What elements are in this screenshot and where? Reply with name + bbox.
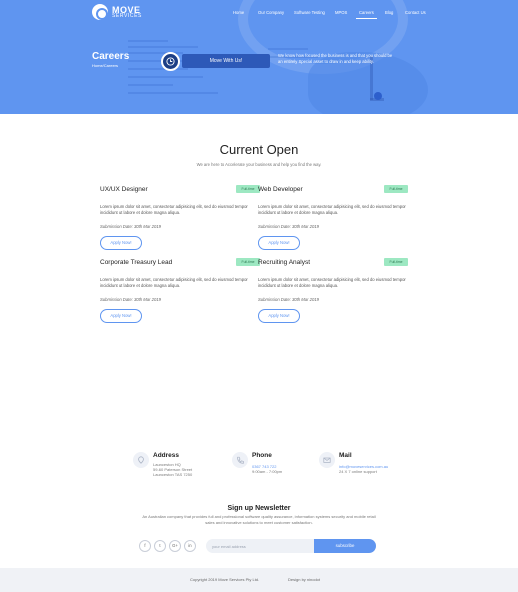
facebook-icon[interactable]: f <box>139 540 151 552</box>
contact-label: Address <box>153 452 180 459</box>
nav-software-testing[interactable]: Software Testing <box>294 10 325 15</box>
apply-now-button[interactable]: Apply Now! <box>258 309 300 323</box>
job-type-badge: Full-time <box>384 258 408 266</box>
job-title: UX/UX Designer <box>100 186 148 193</box>
section-title: Current Open <box>219 142 299 157</box>
contact-line: Launceston TAS 7250 <box>153 472 193 477</box>
nav-blog[interactable]: Blog <box>385 10 393 15</box>
job-submission-date: Submission Date: 30th Mar 2019 <box>258 297 319 302</box>
twitter-icon[interactable]: t <box>154 540 166 552</box>
job-type-badge: Full-time <box>236 185 260 193</box>
main-nav: Home Our Company Software Testing MPOS C… <box>0 10 518 18</box>
job-description: Lorem ipsum dolor sit amet, consectetur … <box>100 204 248 215</box>
contact-line: 9:00am - 7:00pm <box>252 469 283 474</box>
job-description: Lorem ipsum dolor sit amet, consectetur … <box>100 277 248 288</box>
location-pin-icon <box>133 452 149 468</box>
copyright-text: Copyright 2019 Move Services Pty Ltd. <box>190 577 260 582</box>
page-hero: MOVE SERVICES Home Our Company Software … <box>0 0 518 114</box>
contact-label: Phone <box>252 452 272 459</box>
nav-mpos[interactable]: MPOS <box>335 10 347 15</box>
apply-now-button[interactable]: Apply Now! <box>258 236 300 250</box>
apply-now-button[interactable]: Apply Now! <box>100 309 142 323</box>
google-plus-icon[interactable]: G+ <box>169 540 181 552</box>
job-submission-date: Submission Date: 30th Mar 2019 <box>100 297 161 302</box>
job-description: Lorem ipsum dolor sit amet, consectetur … <box>258 204 406 215</box>
move-with-us-button[interactable]: Move With Us! <box>182 54 270 68</box>
apply-now-button[interactable]: Apply Now! <box>100 236 142 250</box>
job-title: Corporate Treasury Lead <box>100 259 173 266</box>
job-submission-date: Submission Date: 30th Mar 2019 <box>100 224 161 229</box>
section-subtitle: We are here to Accelerate your business … <box>196 162 322 167</box>
nav-active-indicator <box>356 18 377 19</box>
phone-icon <box>232 452 248 468</box>
nav-contact-us[interactable]: Contact Us <box>405 10 426 15</box>
page-footer: Copyright 2019 Move Services Pty Ltd. De… <box>0 568 518 592</box>
job-type-badge: Full-time <box>236 258 260 266</box>
hero-dot-decoration <box>374 92 382 100</box>
newsletter-description: An Australian company that provides full… <box>142 514 376 525</box>
job-title: Web Developer <box>258 186 303 193</box>
contact-label: Mail <box>339 452 352 459</box>
linkedin-icon[interactable]: in <box>184 540 196 552</box>
contact-line: 24 X 7 online support <box>339 469 377 474</box>
newsletter-title: Sign up Newsletter <box>227 505 291 512</box>
newsletter-email-input[interactable] <box>206 539 316 553</box>
breadcrumb: Home/Careers <box>92 63 119 68</box>
job-submission-date: Submission Date: 30th Mar 2019 <box>258 224 319 229</box>
nav-careers[interactable]: Careers <box>359 10 374 15</box>
job-title: Recruiting Analyst <box>258 259 311 266</box>
design-credit[interactable]: Design by ninodot <box>288 577 320 582</box>
nav-home[interactable]: Home <box>233 10 244 15</box>
job-description: Lorem ipsum dolor sit amet, consectetur … <box>258 277 406 288</box>
nav-our-company[interactable]: Our Company <box>258 10 284 15</box>
job-type-badge: Full-time <box>384 185 408 193</box>
page-title: Careers <box>92 51 130 62</box>
subscribe-button[interactable]: subscribe <box>314 539 376 553</box>
mail-icon <box>319 452 335 468</box>
clock-icon <box>161 52 180 71</box>
hero-description: We know how focused the business is and … <box>278 53 393 64</box>
